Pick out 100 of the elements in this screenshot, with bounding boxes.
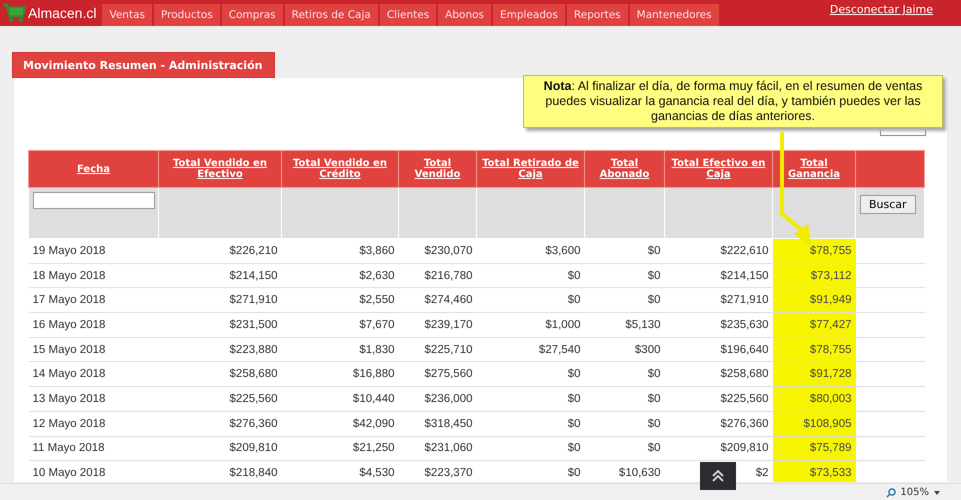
table-cell: $91,949: [772, 288, 856, 313]
cart-icon: [2, 2, 26, 24]
table-cell: $196,640: [664, 337, 772, 362]
nav-tab[interactable]: Retiros de Caja: [284, 4, 378, 26]
table-cell: $0: [584, 386, 664, 412]
table-cell: $258,680: [158, 362, 282, 387]
table-cell: $223,880: [158, 337, 282, 362]
table-cell: $0: [584, 411, 664, 436]
table-cell: $236,000: [398, 386, 476, 412]
table-cell: $318,450: [398, 411, 476, 436]
nav-tab[interactable]: Mantenedores: [630, 4, 719, 26]
table-cell: $0: [584, 436, 664, 461]
table-cell: $5,130: [584, 312, 664, 338]
table-cell: $78,755: [772, 337, 856, 362]
table-cell: $209,810: [664, 436, 772, 461]
scroll-top-button[interactable]: [700, 462, 736, 490]
table-cell: $108,905: [772, 411, 856, 436]
logout-link[interactable]: Desconectar Jaime: [830, 0, 961, 26]
table-cell: $214,150: [158, 263, 282, 288]
table-cell: $3,860: [282, 238, 398, 264]
logo-text: Almacen.cl: [28, 5, 96, 21]
table-cell: $3,600: [476, 238, 584, 264]
nav-tab[interactable]: Productos: [154, 4, 220, 26]
table-cell: $209,810: [158, 436, 282, 461]
column-header[interactable]: Total Retirado de Caja: [476, 150, 584, 188]
table-cell: $275,560: [398, 362, 476, 387]
table-cell: 18 Mayo 2018: [28, 263, 158, 288]
table-cell: $0: [584, 288, 664, 313]
table-cell: $27,540: [476, 337, 584, 362]
table-cell: $300: [584, 337, 664, 362]
table-cell: $7,670: [282, 312, 398, 338]
table-cell: $16,880: [282, 362, 398, 387]
table-cell: $225,560: [158, 386, 282, 412]
table-cell: $0: [584, 238, 664, 264]
panel-title: Movimiento Resumen - Administración: [12, 52, 276, 78]
table-cell: $10,440: [282, 386, 398, 412]
table-cell: $77,427: [772, 312, 856, 338]
table-cell: $0: [584, 263, 664, 288]
table-cell: $0: [476, 263, 584, 288]
nav-tab[interactable]: Clientes: [380, 4, 436, 26]
nav-tab[interactable]: Compras: [222, 4, 283, 26]
table-cell: 19 Mayo 2018: [28, 238, 158, 264]
table-cell: $276,360: [158, 411, 282, 436]
column-header[interactable]: Fecha: [28, 150, 158, 188]
table-cell: $75,789: [772, 436, 856, 461]
table-cell: $225,560: [664, 386, 772, 412]
column-header[interactable]: Total Efectivo en Caja: [664, 150, 772, 188]
table-cell: 17 Mayo 2018: [28, 288, 158, 313]
chevron-up-icon: [711, 469, 725, 483]
table-cell: 13 Mayo 2018: [28, 386, 158, 412]
table-cell: $0: [476, 288, 584, 313]
column-header[interactable]: Total Abonado: [584, 150, 664, 188]
zoom-level[interactable]: 105%: [900, 487, 929, 498]
table-cell: $214,150: [664, 263, 772, 288]
column-header[interactable]: Total Vendido: [398, 150, 476, 188]
nav-tab[interactable]: Empleados: [493, 4, 565, 26]
table-cell: $226,210: [158, 238, 282, 264]
table-cell: $239,170: [398, 312, 476, 338]
column-header[interactable]: Total Ganancia: [772, 150, 856, 188]
table-cell: $271,910: [158, 288, 282, 313]
note-tooltip: Nota: Al finalizar el día, de forma muy fácil, en el resumen de ventas puedes visualizar la ganancia real del día, y también puedes ver las ganancias de días anteriores.: [523, 75, 943, 128]
table-cell: $222,610: [664, 238, 772, 264]
table-cell: $225,710: [398, 337, 476, 362]
table-cell: $0: [476, 362, 584, 387]
table-cell: $231,060: [398, 436, 476, 461]
table-cell: $216,780: [398, 263, 476, 288]
table-cell: 14 Mayo 2018: [28, 362, 158, 387]
table-cell: 11 Mayo 2018: [28, 436, 158, 461]
table-cell: $0: [476, 411, 584, 436]
table-cell: $73,112: [772, 263, 856, 288]
table-cell: $42,090: [282, 411, 398, 436]
nav-tab[interactable]: Abonos: [438, 4, 491, 26]
table-cell: 16 Mayo 2018: [28, 312, 158, 338]
table-cell: $78,755: [772, 238, 856, 264]
table-cell: $73,533: [772, 460, 856, 482]
search-button[interactable]: Buscar: [860, 195, 916, 214]
caret-icon[interactable]: [933, 490, 941, 496]
table-cell: $230,070: [398, 238, 476, 264]
column-header[interactable]: Total Vendido en Crédito: [282, 150, 398, 188]
table-cell: $91,728: [772, 362, 856, 387]
table-cell: $274,460: [398, 288, 476, 313]
nav-tab[interactable]: Reportes: [566, 4, 628, 26]
table-cell: $80,003: [772, 386, 856, 412]
table-cell: 15 Mayo 2018: [28, 337, 158, 362]
table-cell: $0: [584, 362, 664, 387]
table-cell: $276,360: [664, 411, 772, 436]
zoom-icon: [886, 488, 896, 498]
table-cell: $1,830: [282, 337, 398, 362]
table-cell: 12 Mayo 2018: [28, 411, 158, 436]
table-cell: $21,250: [282, 436, 398, 461]
date-filter-field[interactable]: [33, 192, 155, 209]
table-cell: $0: [476, 436, 584, 461]
nav-tab[interactable]: Ventas: [102, 4, 152, 26]
table-cell: $2,550: [282, 288, 398, 313]
table-cell: $1,000: [476, 312, 584, 338]
table-cell: $235,630: [664, 312, 772, 338]
column-header[interactable]: Total Vendido en Efectivo: [158, 150, 282, 188]
table-cell: $0: [476, 386, 584, 412]
table-cell: $2,630: [282, 263, 398, 288]
table-cell: $231,500: [158, 312, 282, 338]
